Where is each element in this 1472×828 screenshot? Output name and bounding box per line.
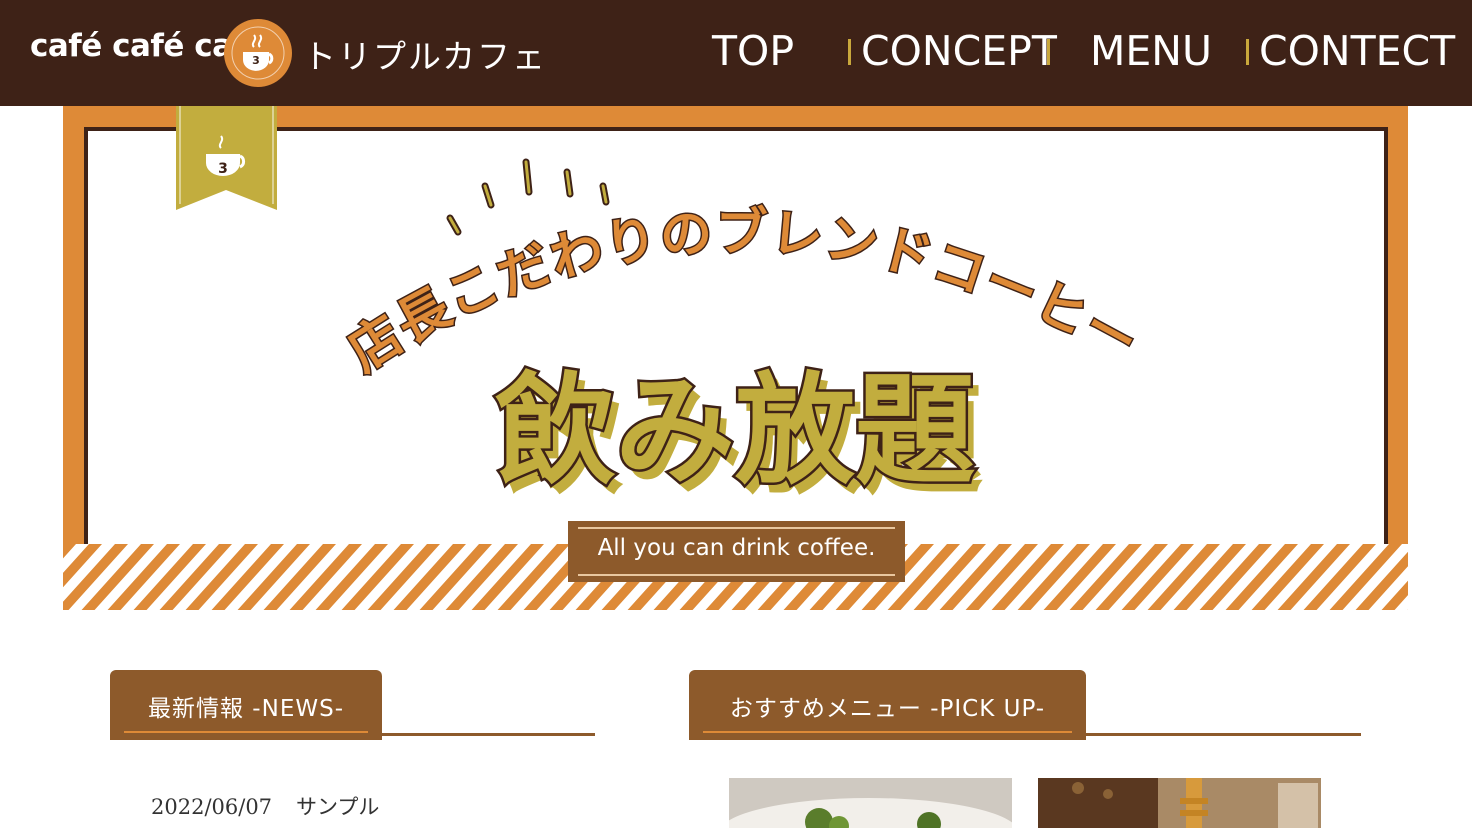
- nav-contect[interactable]: CONTECT: [1259, 26, 1455, 76]
- news-item[interactable]: 2022/06/07 サンプル: [151, 791, 379, 821]
- site-header: café café café 3 トリプルカフェ TOP CONCEPT MEN…: [0, 0, 1472, 106]
- news-heading-tab: 最新情報 -NEWS-: [110, 670, 382, 740]
- nav-divider: [848, 39, 851, 65]
- nav-top[interactable]: TOP: [712, 26, 794, 76]
- nav-divider: [1246, 39, 1249, 65]
- logo-badge-number: 3: [252, 54, 260, 67]
- nav-menu[interactable]: MENU: [1090, 26, 1212, 76]
- pickup-heading: おすすめメニュー -PICK UP-: [729, 696, 1046, 722]
- pickup-image-2[interactable]: [1038, 778, 1321, 828]
- coffee-cup-logo-icon[interactable]: 3: [223, 18, 293, 88]
- news-heading-rule: [110, 733, 595, 736]
- nav-concept[interactable]: CONCEPT: [861, 26, 1057, 76]
- pickup-heading-rule: [689, 733, 1361, 736]
- news-heading: 最新情報 -NEWS-: [148, 696, 344, 722]
- news-title[interactable]: サンプル: [296, 795, 379, 819]
- hero-main-title: 飲み放題: [495, 362, 975, 501]
- pickup-image-1[interactable]: [729, 778, 1012, 828]
- hero-tagline: All you can drink coffee.: [568, 521, 905, 582]
- site-name-jp[interactable]: トリプルカフェ: [303, 30, 547, 78]
- nav-divider: [1047, 39, 1050, 65]
- hero-headline: 店長こだわりのブレンドコーヒー 飲み放題 飲み放題: [336, 158, 1149, 510]
- pickup-heading-tab: おすすめメニュー -PICK UP-: [689, 670, 1086, 740]
- news-date: 2022/06/07: [151, 795, 273, 819]
- ribbon-number: 3: [218, 161, 228, 177]
- cafe-ribbon-icon: 3: [176, 106, 277, 210]
- hero-tagline-text: All you can drink coffee.: [597, 535, 876, 561]
